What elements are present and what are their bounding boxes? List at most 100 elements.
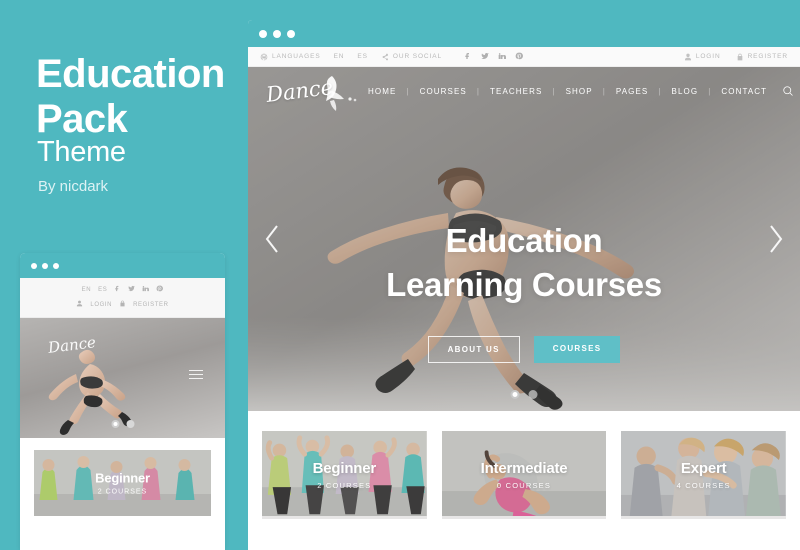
site-logo[interactable]: Dance: [262, 70, 367, 112]
twitter-icon[interactable]: [128, 285, 136, 294]
nav-item-home[interactable]: HOME: [367, 87, 397, 96]
mini-lang-en[interactable]: EN: [82, 287, 92, 293]
promo-author: By nicdark: [38, 178, 109, 195]
linkedin-icon[interactable]: [498, 52, 506, 62]
slider-dots: [510, 390, 538, 399]
card-course-count: 4 COURSES: [676, 481, 731, 490]
slider-dot[interactable]: [528, 390, 538, 399]
lock-icon: [119, 300, 126, 309]
nav-item-pages[interactable]: PAGES: [615, 87, 649, 96]
hero-buttons: ABOUT US COURSES: [248, 335, 800, 363]
mini-register-link[interactable]: REGISTER: [133, 302, 168, 308]
nav-item-shop[interactable]: SHOP: [565, 87, 594, 96]
mini-lang-social-row: EN ES: [20, 285, 225, 294]
main-navigation: HOME | COURSES | TEACHERS | SHOP | PAGES…: [367, 85, 794, 97]
mini-slider-dots[interactable]: [111, 420, 134, 428]
login-label: LOGIN: [695, 53, 721, 60]
mini-utility-bar: EN ES LOGIN REGISTER: [20, 278, 225, 318]
linkedin-icon[interactable]: [142, 285, 150, 294]
pinterest-icon[interactable]: [515, 52, 523, 62]
nav-separator: |: [476, 86, 481, 96]
our-social-item[interactable]: OUR SOCIAL: [381, 53, 442, 61]
course-card-intermediate[interactable]: Intermediate 0 COURSES: [441, 431, 607, 519]
mini-cards-strip: Beginner 2 COURSES: [20, 438, 225, 516]
card-title: Beginner: [312, 460, 377, 477]
mini-window-dot: [53, 262, 59, 269]
mini-slider-dot-active[interactable]: [111, 420, 119, 428]
card-caption: Expert 4 COURSES: [621, 460, 786, 490]
card-caption: Beginner 2 COURSES: [262, 460, 427, 490]
mini-card-caption: Beginner 2 COURSES: [34, 471, 211, 496]
nav-separator: |: [658, 86, 662, 96]
course-card-expert[interactable]: Expert 4 COURSES: [621, 431, 787, 519]
user-icon: [76, 300, 83, 309]
pinterest-icon[interactable]: [156, 285, 164, 294]
lang-es-link[interactable]: ES: [357, 53, 367, 60]
share-icon: [382, 53, 388, 60]
mini-card-title: Beginner: [95, 470, 150, 486]
promo-panel: Education Pack Theme By nicdark EN ES LO…: [0, 0, 248, 550]
utility-bar-right: LOGIN REGISTER: [669, 53, 788, 61]
nav-separator: |: [552, 86, 556, 96]
window-minimize-dot[interactable]: [273, 29, 281, 38]
nav-separator: |: [602, 86, 606, 96]
course-cards-strip: Beginner 2 COURSES Intermediate 0 COURSE…: [248, 411, 800, 519]
languages-item[interactable]: LANGUAGES: [260, 53, 321, 61]
mini-window-dot: [42, 262, 48, 269]
nav-item-contact[interactable]: CONTACT: [720, 87, 768, 96]
mini-menu-icon[interactable]: [189, 370, 203, 382]
hero-content: Education Learning Courses ABOUT US COUR…: [248, 219, 800, 363]
card-title: Intermediate: [480, 460, 568, 477]
browser-titlebar: [248, 20, 800, 47]
nav-separator: |: [708, 86, 712, 96]
mini-hero-slider[interactable]: Dance: [20, 318, 225, 438]
site-header: Dance HOME | COURSES | TEACHERS | SHOP |…: [248, 67, 800, 115]
card-course-count: 2 COURSES: [317, 481, 372, 490]
browser-window: LANGUAGES EN ES OUR SOCIAL LOGIN REGISTE…: [248, 20, 800, 550]
about-us-button[interactable]: ABOUT US: [427, 335, 520, 363]
mini-window-dot: [31, 262, 37, 269]
utility-bar: LANGUAGES EN ES OUR SOCIAL LOGIN REGISTE…: [248, 47, 800, 67]
courses-button[interactable]: COURSES: [533, 335, 621, 363]
register-label: REGISTER: [747, 53, 788, 60]
mini-dancer-photo: [48, 349, 132, 435]
hero-slider[interactable]: Dance HOME | COURSES | TEACHERS | SHOP |…: [248, 67, 800, 411]
mini-lang-es[interactable]: ES: [98, 287, 107, 293]
mini-account-row: LOGIN REGISTER: [20, 300, 225, 309]
mini-titlebar: [20, 253, 225, 278]
lang-en-link[interactable]: EN: [334, 53, 345, 60]
lock-icon: [737, 53, 742, 60]
hero-title-line2: Learning Courses: [386, 265, 662, 303]
facebook-icon[interactable]: [464, 52, 472, 62]
mini-card-count: 2 COURSES: [97, 488, 148, 496]
mini-slider-dot[interactable]: [126, 420, 134, 428]
mini-course-card[interactable]: Beginner 2 COURSES: [34, 450, 211, 516]
course-card-beginner[interactable]: Beginner 2 COURSES: [262, 431, 427, 519]
promo-subtitle: Theme: [37, 136, 126, 168]
chevron-right-icon[interactable]: [764, 222, 786, 256]
our-social-label: OUR SOCIAL: [392, 53, 442, 60]
nav-separator: |: [406, 86, 410, 96]
search-icon[interactable]: [782, 85, 794, 97]
card-title: Expert: [680, 460, 727, 477]
page-title: Education Pack: [36, 52, 236, 142]
nav-item-courses[interactable]: COURSES: [419, 87, 468, 96]
hero-title: Education Learning Courses: [248, 219, 800, 307]
slider-dot-active[interactable]: [510, 390, 520, 399]
user-icon: [684, 53, 691, 60]
nav-item-blog[interactable]: BLOG: [671, 87, 700, 96]
login-link[interactable]: LOGIN: [684, 53, 721, 61]
window-close-dot[interactable]: [259, 29, 267, 38]
twitter-icon[interactable]: [481, 52, 489, 62]
chevron-left-icon[interactable]: [262, 222, 284, 256]
mini-preview-window[interactable]: EN ES LOGIN REGISTER Dance Beginner 2 CO…: [20, 253, 225, 550]
facebook-icon[interactable]: [114, 285, 121, 294]
window-maximize-dot[interactable]: [287, 29, 295, 38]
mini-login-link[interactable]: LOGIN: [90, 302, 112, 308]
nav-item-teachers[interactable]: TEACHERS: [489, 87, 543, 96]
hero-title-line1: Education: [445, 222, 603, 259]
register-link[interactable]: REGISTER: [736, 53, 788, 61]
languages-label: LANGUAGES: [272, 53, 321, 60]
promo-title-line1: Education: [36, 52, 225, 96]
card-caption: Intermediate 0 COURSES: [442, 460, 607, 490]
